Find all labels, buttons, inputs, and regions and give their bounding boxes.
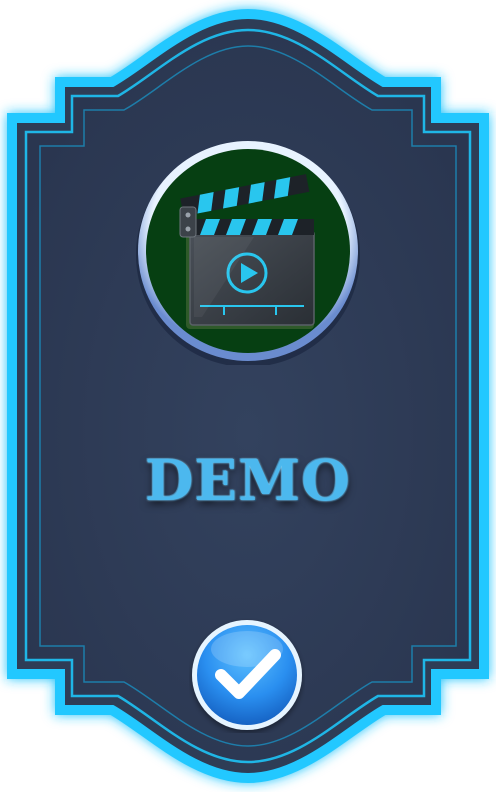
demo-card: DEMO [0, 0, 496, 792]
clapperboard-badge [134, 137, 362, 367]
confirm-button[interactable] [189, 617, 305, 733]
clapperboard-play-icon [136, 141, 360, 367]
checkmark-icon [192, 620, 302, 730]
card-title: DEMO [144, 448, 351, 514]
